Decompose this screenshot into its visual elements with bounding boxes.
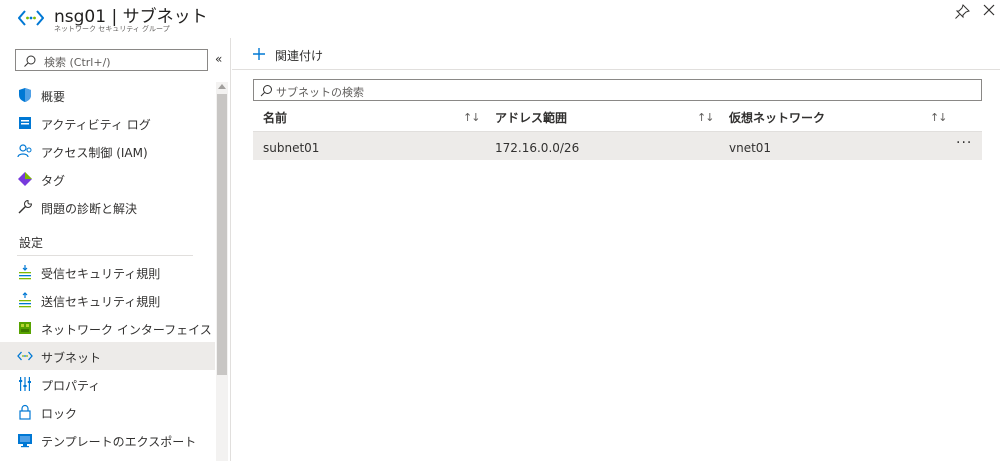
iam-icon <box>17 144 32 158</box>
sidebar-item-label: アクティビティ ログ <box>41 118 151 132</box>
sort-name-icon[interactable]: ↑↓ <box>463 111 480 124</box>
pin-icon[interactable] <box>954 4 970 20</box>
sidebar-item-diagnose[interactable]: 問題の診断と解決 <box>0 193 215 221</box>
more-actions-button[interactable]: ··· <box>956 135 972 151</box>
sidebar-item-label: 問題の診断と解決 <box>41 202 138 216</box>
subnet-icon <box>17 351 33 361</box>
section-header-settings: 設定 <box>19 236 44 250</box>
sidebar-item-label: 概要 <box>41 90 66 104</box>
sidebar-item-iam[interactable]: アクセス制御 (IAM) <box>0 137 215 165</box>
blade-header: nsg01 | サブネット ネットワーク セキュリティ グループ <box>0 0 1000 38</box>
column-header-virtual-network[interactable]: 仮想ネットワーク <box>729 109 825 126</box>
sidebar-item-label: サブネット <box>41 351 102 365</box>
sidebar-item-inbound-rules[interactable]: 受信セキュリティ規則 <box>0 258 215 286</box>
sidebar-item-tags[interactable]: タグ <box>0 165 215 193</box>
search-icon <box>24 55 36 67</box>
associate-button[interactable]: 関連付け <box>275 47 323 64</box>
table-row[interactable]: subnet01 172.16.0.0/26 vnet01 ··· <box>253 132 982 160</box>
sidebar-item-label: プロパティ <box>41 379 101 393</box>
sidebar-item-label: 受信セキュリティ規則 <box>41 267 161 281</box>
outbound-rules-icon <box>19 292 31 308</box>
sidebar-item-label: ネットワーク インターフェイス <box>41 323 212 337</box>
section-divider <box>17 255 193 256</box>
sidebar-item-activity-log[interactable]: アクティビティ ログ <box>0 109 215 137</box>
page-subtitle: ネットワーク セキュリティ グループ <box>54 25 170 33</box>
sidebar-item-label: タグ <box>41 174 66 188</box>
command-bar: 関連付け <box>232 38 1000 70</box>
tag-icon <box>18 172 32 186</box>
lock-icon <box>19 404 31 420</box>
cell-virtual-network: vnet01 <box>729 141 772 155</box>
sidebar-item-export-template[interactable]: テンプレートのエクスポート <box>0 426 215 454</box>
search-icon <box>260 85 272 97</box>
sidebar-item-label: ロック <box>41 407 78 421</box>
column-header-address-range[interactable]: アドレス範囲 <box>495 109 567 126</box>
subnet-search-placeholder: サブネットの検索 <box>276 86 364 99</box>
sidebar-item-label: テンプレートのエクスポート <box>41 435 197 449</box>
sort-vnet-icon[interactable]: ↑↓ <box>930 111 947 124</box>
sidebar-item-label: 送信セキュリティ規則 <box>41 295 161 309</box>
sidebar-item-subnets[interactable]: サブネット <box>0 342 215 370</box>
sidebar: 検索 (Ctrl+/) « 概要 アクティビティ ログ アクセス制御 (IAM)… <box>0 38 231 461</box>
subnet-icon <box>18 10 44 26</box>
subnet-search-input[interactable]: サブネットの検索 <box>253 79 982 101</box>
sidebar-scrollbar-thumb[interactable] <box>217 94 227 375</box>
sidebar-item-network-interfaces[interactable]: ネットワーク インターフェイス <box>0 314 215 342</box>
plus-icon[interactable] <box>252 47 266 61</box>
shield-icon <box>19 88 31 102</box>
sort-address-icon[interactable]: ↑↓ <box>697 111 714 124</box>
cell-address-range: 172.16.0.0/26 <box>495 141 580 155</box>
network-interface-icon <box>19 322 31 334</box>
sidebar-search-placeholder: 検索 (Ctrl+/) <box>44 56 111 69</box>
sidebar-item-locks[interactable]: ロック <box>0 398 215 426</box>
sidebar-item-overview[interactable]: 概要 <box>0 81 215 109</box>
column-header-name[interactable]: 名前 <box>263 109 287 126</box>
sidebar-item-outbound-rules[interactable]: 送信セキュリティ規則 <box>0 286 215 314</box>
cell-subnet-name: subnet01 <box>263 141 320 155</box>
collapse-sidebar-button[interactable]: « <box>215 52 222 66</box>
scroll-up-arrow-icon[interactable] <box>218 84 226 89</box>
sidebar-item-label: アクセス制御 (IAM) <box>41 146 148 160</box>
inbound-rules-icon <box>19 265 31 280</box>
sidebar-search-input[interactable]: 検索 (Ctrl+/) <box>15 49 208 71</box>
close-icon[interactable] <box>982 3 996 17</box>
sidebar-item-properties[interactable]: プロパティ <box>0 370 215 398</box>
activity-log-icon <box>19 117 31 129</box>
wrench-icon <box>18 199 33 214</box>
export-template-icon <box>18 434 32 448</box>
properties-icon <box>19 377 31 391</box>
